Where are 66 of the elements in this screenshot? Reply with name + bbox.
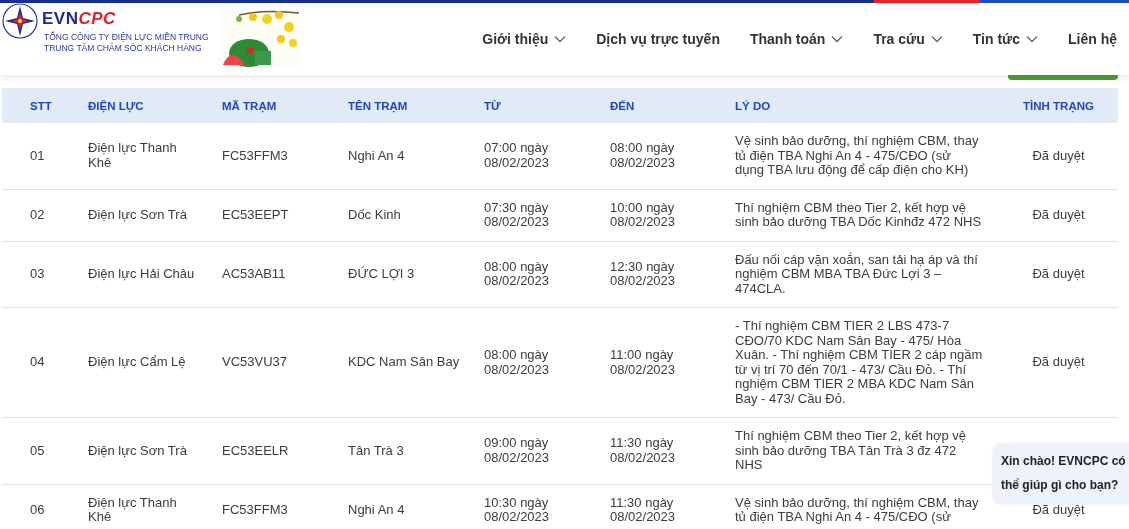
table-cell: Đã duyệt bbox=[1032, 266, 1085, 281]
table-cell-text: 07:00 ngày 08/02/2023 bbox=[484, 141, 551, 171]
table-cell-text: 12:30 ngày 08/02/2023 bbox=[610, 259, 677, 289]
table-cell-text: Vệ sinh bảo dưỡng, thí nghiệm CBM, thay tủ điện TBA Nghi An 4 - 475/CĐO (sử dụng TBA lưu động để cấp điện cho KH) bbox=[735, 134, 980, 178]
column-header: TÊN TRẠM bbox=[348, 99, 408, 112]
table-cell: 06 bbox=[30, 501, 45, 517]
table-cell: EC53EEPT bbox=[222, 206, 289, 222]
table-cell: 04 bbox=[30, 354, 45, 370]
nav-item[interactable]: Dịch vụ trực tuyến bbox=[596, 31, 720, 47]
nav-item[interactable]: Giới thiệu bbox=[482, 31, 567, 47]
table-cell-text: Điện lực Thanh Khê bbox=[88, 141, 178, 171]
table-cell-text: Thí nghiệm CBM theo Tier 2, kết hợp vệ sinh bảo dưỡng TBA Tân Trà 3 đz 472 NHS bbox=[735, 429, 968, 473]
table-cell-text: Đấu nối cáp vặn xoắn, san tải hạ áp và thí nghiệm CBM MBA TBA Đức Lợi 3 – 474CLA. bbox=[735, 252, 979, 296]
table-cell: Nghi An 4 bbox=[348, 501, 405, 517]
table-cell: Đã duyệt bbox=[1032, 206, 1085, 222]
table-cell: Điện lực Hải Châu bbox=[88, 267, 196, 282]
table-cell: FC53FFM3 bbox=[222, 501, 288, 517]
table-cell-text: 08:00 ngày 08/02/2023 bbox=[610, 141, 677, 171]
column-header: TỪ bbox=[484, 99, 501, 112]
table-cell: ĐỨC LỢI 3 bbox=[348, 266, 415, 281]
table-cell-text: Vệ sinh bảo dưỡng, thí nghiệm CBM, thay tủ điện TBA Nghi An 4 - 475/CĐO (sử bbox=[735, 495, 980, 525]
organization-name: TỔNG CÔNG TY ĐIỆN LỰC MIỀN TRUNG bbox=[44, 32, 209, 43]
table-cell: Nghi An 4 bbox=[348, 147, 405, 163]
table-cell-text: 08:00 ngày 08/02/2023 bbox=[484, 259, 551, 289]
nav-item[interactable]: Tin tức bbox=[972, 31, 1038, 47]
table-cell-text: 10:30 ngày 08/02/2023 bbox=[484, 495, 551, 525]
table-cell-text: 11:00 ngày 08/02/2023 bbox=[610, 348, 677, 377]
column-header: STT bbox=[30, 99, 52, 112]
organization-name: TRUNG TÂM CHĂM SÓC KHÁCH HÀNG bbox=[44, 43, 203, 54]
column-header: ĐIỆN LỰC bbox=[88, 99, 144, 112]
table-cell: VC53VU37 bbox=[222, 354, 288, 370]
table-cell: Tân Trà 3 bbox=[348, 442, 404, 458]
table-cell-text: 11:30 ngày 08/02/2023 bbox=[610, 495, 677, 525]
table-cell-text: 07:30 ngày 08/02/2023 bbox=[484, 200, 551, 230]
table-cell: 02 bbox=[30, 206, 45, 222]
nav-item[interactable]: Tra cứu bbox=[873, 31, 943, 47]
table-cell: Đã duyệt bbox=[1032, 501, 1085, 517]
table-cell: Dốc Kinh bbox=[348, 206, 401, 222]
table-cell-text: Điện lực Sơn Trà bbox=[88, 207, 188, 223]
table-cell-text: 09:00 ngày 08/02/2023 bbox=[484, 436, 551, 466]
table-cell: EC53EELR bbox=[222, 442, 289, 458]
table-cell: - Thí nghiệm CBM TIER 2 LBS 473-7 CĐO/70 KDC Nam Sân Bay - 475/ Hòa Xuân. - Thí nghiệm CBM TIER 2 cáp ngầm từ vị trí 70 đến 70/1 - 473/ Cầu Đỏ. - Thí nghiệm CBM TIER 2 MBA KDC Nam Sân Bay - 473/ Cầu Đỏ. bbox=[735, 319, 983, 406]
table-cell-text: 11:30 ngày 08/02/2023 bbox=[610, 436, 677, 466]
table-cell: KDC Nam Sân Bay bbox=[348, 354, 460, 370]
table-cell: AC53AB11 bbox=[222, 266, 286, 281]
table-cell: Thí nghiệm CBM theo Tier 2, kết hợp vệ sinh bảo dưỡng TBA Dốc Kinhđz 472 NHS bbox=[735, 200, 983, 230]
table-cell-text: Điện lực Thanh Khê bbox=[88, 495, 178, 525]
nav-item[interactable]: Thanh toán bbox=[749, 31, 844, 47]
table-cell-text: 10:00 ngày 08/02/2023 bbox=[610, 200, 677, 230]
column-header: LÝ DO bbox=[735, 99, 771, 112]
table-cell: 05 bbox=[30, 442, 45, 458]
table-cell: 01 bbox=[30, 147, 45, 163]
table-cell-text: 08:00 ngày 08/02/2023 bbox=[484, 348, 551, 377]
table-cell-text: Điện lực Cẩm Lệ bbox=[88, 355, 187, 370]
brand-name: EVNCPC bbox=[42, 9, 117, 29]
column-header: TÌNH TRẠNG bbox=[1023, 99, 1094, 112]
table-cell: 03 bbox=[30, 266, 45, 281]
chat-bubble[interactable]: Xin chào! EVNCPC có thể giúp gì cho bạn? bbox=[993, 443, 1129, 503]
column-header: MÃ TRẠM bbox=[222, 99, 277, 112]
table-cell: FC53FFM3 bbox=[222, 147, 288, 163]
column-header: ĐẾN bbox=[610, 99, 635, 112]
action-button[interactable] bbox=[1008, 75, 1118, 80]
table-cell-text: Điện lực Sơn Trà bbox=[88, 443, 188, 458]
nav-item[interactable]: Liên hệ bbox=[1068, 31, 1117, 47]
table-cell: Đã duyệt bbox=[1032, 147, 1085, 163]
table-cell: Đã duyệt bbox=[1032, 354, 1085, 370]
